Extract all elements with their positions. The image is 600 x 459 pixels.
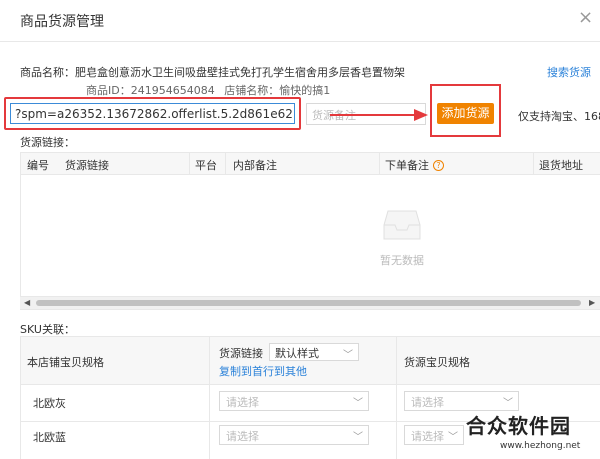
chevron-down-icon: ﹀ [448, 432, 458, 443]
header-divider [0, 41, 600, 42]
search-source-link[interactable]: 搜索货源 [547, 64, 591, 80]
copy-to-others-link[interactable]: 复制到首行到其他 [219, 363, 307, 379]
source-link-select[interactable]: 请选择 ﹀ [219, 425, 369, 445]
url-input-highlight: ?spm=a26352.13672862.offerlist.5.2d861e6… [4, 97, 301, 130]
product-name: 商品名称：肥皂盒创意沥水卫生间吸盘壁挂式免打孔学生宿舍用多层香皂置物架 [20, 66, 405, 79]
col-order-note: 下单备注? [385, 157, 444, 173]
empty-inbox-icon [383, 210, 421, 240]
source-spec-select[interactable]: 请选择 ﹀ [404, 425, 464, 445]
product-meta: 商品ID：241954654084 店铺名称：愉快的搞1 [86, 82, 336, 98]
source-link-select[interactable]: 请选择 ﹀ [219, 391, 369, 411]
col-source-spec: 货源宝贝规格 [404, 356, 470, 369]
source-url-input[interactable]: ?spm=a26352.13672862.offerlist.5.2d861e6… [10, 103, 295, 124]
scroll-thumb[interactable] [36, 300, 581, 306]
source-links-label: 货源链接： [20, 136, 75, 149]
chevron-down-icon: ﹀ [503, 398, 513, 409]
col-platform: 平台 [195, 159, 217, 172]
chevron-down-icon: ﹀ [343, 350, 353, 361]
add-source-button[interactable]: 添加货源 [437, 103, 494, 124]
shop-name: 店铺名称：愉快的搞1 [224, 84, 331, 97]
sku-table-header: 本店铺宝贝规格 货源链接 默认样式 ﹀ 复制到首行到其他 货源宝贝规格 [21, 337, 600, 385]
col-return-address: 退货地址 [539, 159, 583, 172]
source-table-header: 编号 货源链接 平台 内部备注 下单备注? 退货地址 [21, 153, 600, 175]
scroll-left-icon[interactable]: ◀ [24, 298, 30, 307]
sku-link-label: SKU关联： [20, 323, 75, 336]
col-store-spec: 本店铺宝贝规格 [27, 356, 104, 369]
horizontal-scrollbar[interactable]: ◀ ▶ [20, 296, 600, 309]
select-placeholder: 请选择 [411, 430, 444, 443]
watermark-url: www.hezhong.net [500, 441, 581, 451]
dialog-title: 商品货源管理 [20, 14, 104, 30]
chevron-down-icon: ﹀ [353, 398, 363, 409]
source-spec-select[interactable]: 请选择 ﹀ [404, 391, 519, 411]
product-id: 商品ID：241954654084 [86, 84, 215, 97]
scroll-right-icon[interactable]: ▶ [589, 298, 595, 307]
col-internal-note: 内部备注 [233, 159, 277, 172]
empty-text: 暂无数据 [380, 254, 424, 267]
support-text: 仅支持淘宝、1688 [518, 110, 600, 123]
style-select[interactable]: 默认样式 ﹀ [269, 343, 359, 361]
chevron-down-icon: ﹀ [353, 432, 363, 443]
col-source-link-sku: 货源链接 [219, 347, 263, 360]
select-placeholder: 请选择 [411, 396, 444, 409]
close-icon[interactable]: × [578, 9, 593, 27]
source-links-table: 编号 货源链接 平台 内部备注 下单备注? 退货地址 [20, 152, 600, 310]
help-icon[interactable]: ? [433, 160, 444, 171]
style-select-value: 默认样式 [275, 347, 319, 360]
sku-name: 北欧蓝 [33, 431, 66, 444]
col-number: 编号 [27, 159, 49, 172]
watermark-logo: 合众软件园 [466, 414, 571, 438]
red-arrow-icon [330, 109, 428, 121]
select-placeholder: 请选择 [226, 396, 259, 409]
col-source-link: 货源链接 [65, 159, 109, 172]
col-order-note-label: 下单备注 [385, 159, 429, 172]
sku-name: 北欧灰 [33, 397, 66, 410]
select-placeholder: 请选择 [226, 430, 259, 443]
